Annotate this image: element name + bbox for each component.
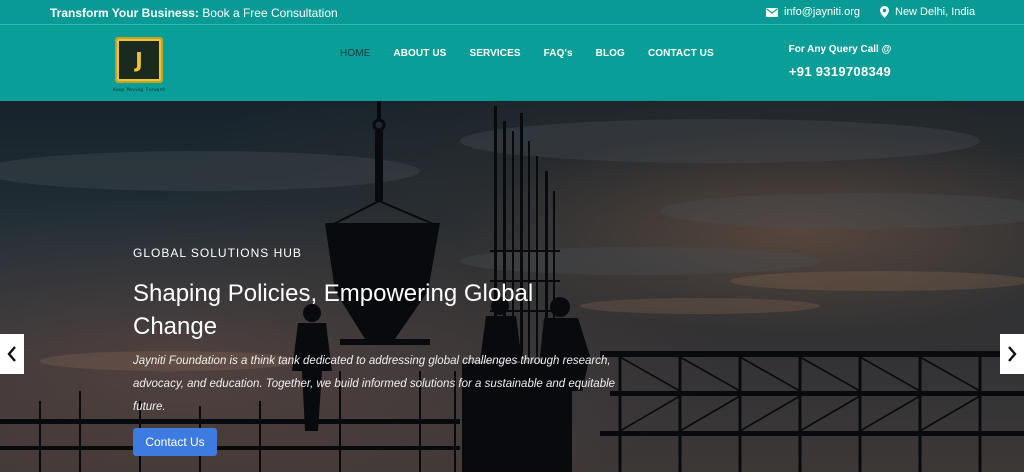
logo-letter: J bbox=[135, 48, 143, 72]
email-link[interactable]: info@jayniti.org bbox=[766, 6, 860, 18]
location-info: New Delhi, India bbox=[880, 6, 975, 18]
hero-slider: GLOBAL SOLUTIONS HUB Shaping Policies, E… bbox=[0, 101, 1024, 472]
location-text: New Delhi, India bbox=[895, 6, 976, 18]
main-header: J Keep Moving Forward HOME ABOUT US SERV… bbox=[0, 25, 1024, 101]
chevron-right-icon bbox=[1008, 346, 1017, 362]
nav-contact-us[interactable]: CONTACT US bbox=[648, 48, 714, 59]
chevron-left-icon bbox=[7, 346, 16, 362]
map-pin-icon bbox=[880, 6, 889, 18]
top-bar: Transform Your Business: Book a Free Con… bbox=[0, 0, 1024, 25]
hero-eyebrow: GLOBAL SOLUTIONS HUB bbox=[133, 246, 302, 260]
slider-prev-button[interactable] bbox=[0, 334, 24, 374]
promo-text: Book a Free Consultation bbox=[198, 6, 338, 20]
slider-next-button[interactable] bbox=[1000, 334, 1024, 374]
site-logo[interactable]: J Keep Moving Forward bbox=[112, 37, 166, 99]
logo-tagline: Keep Moving Forward bbox=[113, 88, 165, 93]
logo-badge: J bbox=[115, 37, 163, 83]
query-label: For Any Query Call @ bbox=[788, 44, 892, 55]
email-text: info@jayniti.org bbox=[784, 6, 860, 18]
nav-faqs[interactable]: FAQ's bbox=[544, 48, 573, 59]
promo-bold: Transform Your Business: bbox=[50, 6, 199, 20]
hero-headline: Shaping Policies, Empowering Global Chan… bbox=[133, 280, 534, 340]
nav-home[interactable]: HOME bbox=[340, 48, 370, 59]
contact-us-button[interactable]: Contact Us bbox=[133, 428, 217, 456]
nav-services[interactable]: SERVICES bbox=[469, 48, 520, 59]
hero-description: Jayniti Foundation is a think tank dedic… bbox=[133, 355, 616, 413]
main-nav: HOME ABOUT US SERVICES FAQ's BLOG CONTAC… bbox=[340, 48, 737, 59]
nav-about-us[interactable]: ABOUT US bbox=[393, 48, 446, 59]
envelope-icon bbox=[766, 7, 778, 17]
nav-blog[interactable]: BLOG bbox=[596, 48, 625, 59]
query-contact: For Any Query Call @ +91 9319708349 bbox=[780, 44, 900, 79]
promo-banner[interactable]: Transform Your Business: Book a Free Con… bbox=[50, 6, 338, 20]
phone-number[interactable]: +91 9319708349 bbox=[780, 64, 900, 79]
